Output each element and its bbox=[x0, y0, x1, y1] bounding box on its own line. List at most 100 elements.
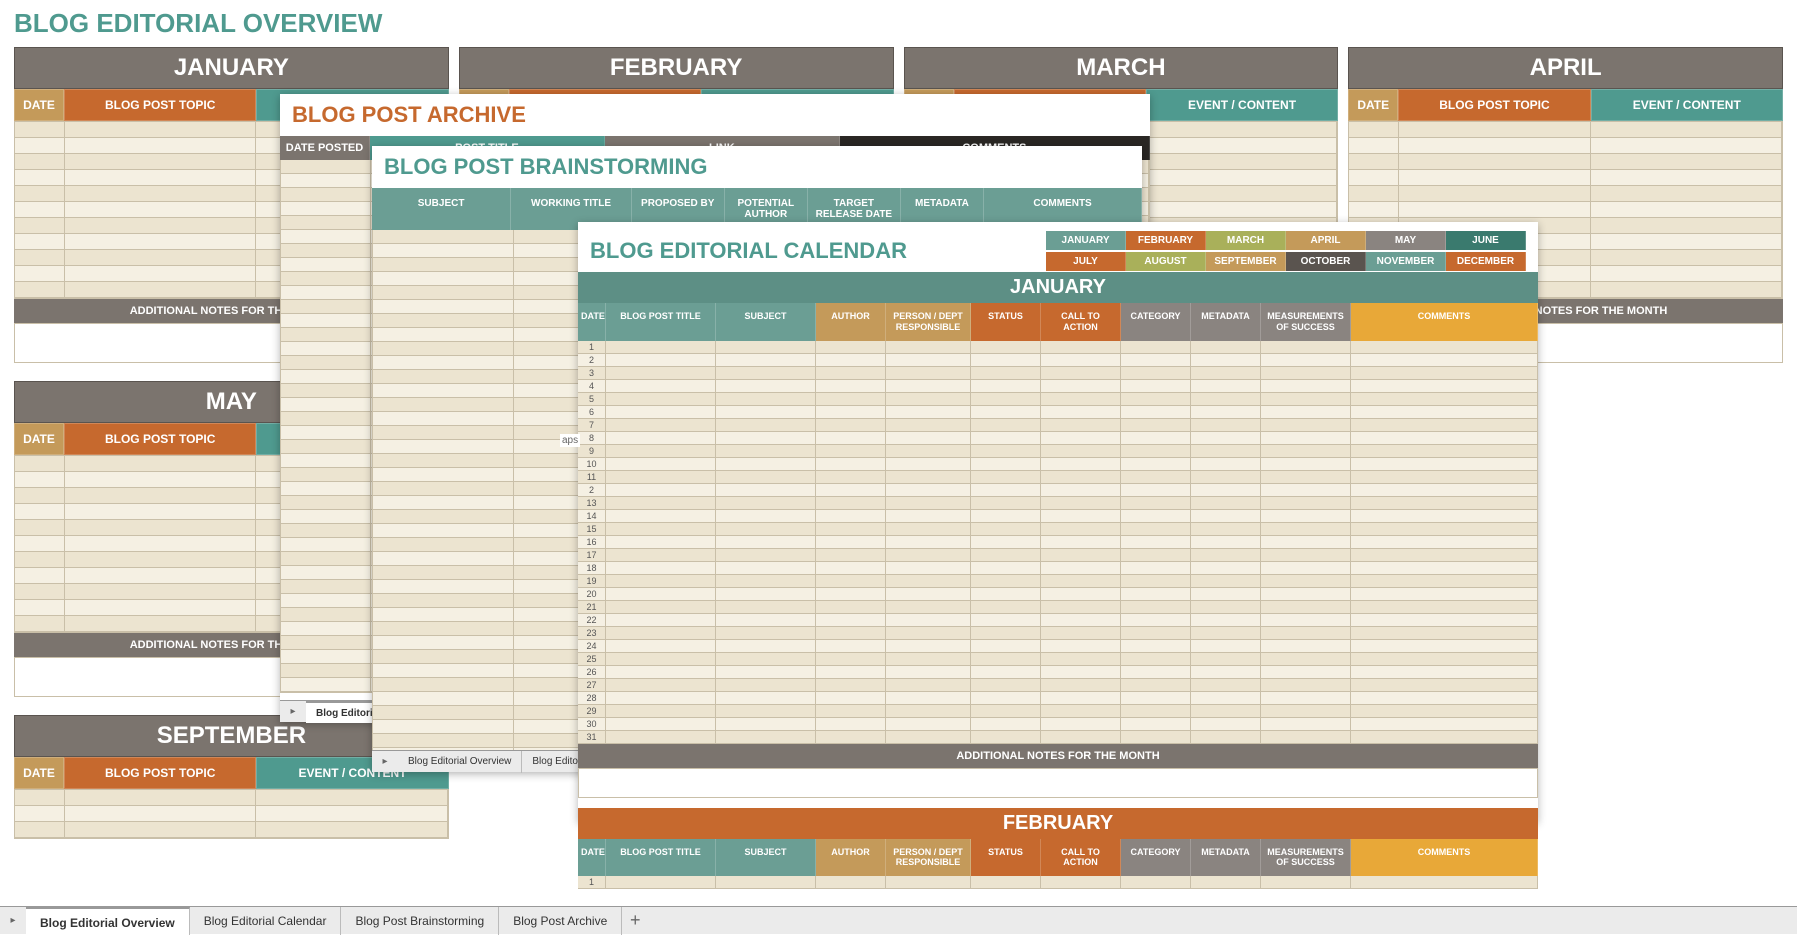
month-tab-january[interactable]: JANUARY bbox=[1046, 231, 1126, 250]
cal-day-row[interactable]: 19 bbox=[578, 575, 1538, 588]
cal-day-row[interactable]: 9 bbox=[578, 445, 1538, 458]
cal-notes-body[interactable] bbox=[578, 768, 1538, 798]
cal-col-measures[interactable]: MEASUREMENTS OF SUCCESS bbox=[1261, 303, 1351, 341]
cal-day-row[interactable]: 25 bbox=[578, 653, 1538, 666]
tab-prev-icon[interactable]: ▸ bbox=[372, 751, 398, 773]
col-date[interactable]: DATE bbox=[14, 89, 64, 121]
month-header: MARCH bbox=[904, 47, 1339, 89]
cal-col-category[interactable]: CATEGORY bbox=[1121, 303, 1191, 341]
archive-title: BLOG POST ARCHIVE bbox=[280, 94, 1150, 136]
cal-col-date[interactable]: DATE bbox=[578, 303, 606, 341]
cal-day-row[interactable]: 18 bbox=[578, 562, 1538, 575]
cal-day-row[interactable]: 2 bbox=[578, 484, 1538, 497]
january-banner: JANUARY bbox=[578, 272, 1538, 303]
month-tab-september[interactable]: SEPTEMBER bbox=[1206, 252, 1286, 271]
cal-col-subject[interactable]: SUBJECT bbox=[716, 839, 816, 877]
month-tab-june[interactable]: JUNE bbox=[1446, 231, 1526, 250]
cal-day-row[interactable]: 1 bbox=[578, 876, 1538, 889]
tab-prev-icon[interactable]: ▸ bbox=[280, 701, 306, 723]
col-date[interactable]: DATE bbox=[1348, 89, 1398, 121]
month-tab-april[interactable]: APRIL bbox=[1286, 231, 1366, 250]
cal-col-cta[interactable]: CALL TO ACTION bbox=[1041, 839, 1121, 877]
calendar-window: BLOG EDITORIAL CALENDAR JANUARYFEBRUARYM… bbox=[578, 222, 1538, 822]
col-date[interactable]: DATE bbox=[14, 423, 64, 455]
cal-day-row[interactable]: 7 bbox=[578, 419, 1538, 432]
cal-day-row[interactable]: 16 bbox=[578, 536, 1538, 549]
cal-col-author[interactable]: AUTHOR bbox=[816, 303, 886, 341]
month-tab-august[interactable]: AUGUST bbox=[1126, 252, 1206, 271]
cal-day-row[interactable]: 14 bbox=[578, 510, 1538, 523]
calendar-title: BLOG EDITORIAL CALENDAR bbox=[590, 230, 919, 272]
cal-day-row[interactable]: 13 bbox=[578, 497, 1538, 510]
cal-col-comments[interactable]: COMMENTS bbox=[1351, 303, 1538, 341]
cal-col-status[interactable]: STATUS bbox=[971, 839, 1041, 877]
cal-col-cta[interactable]: CALL TO ACTION bbox=[1041, 303, 1121, 341]
sheet-tab-blog-editorial-calendar[interactable]: Blog Editorial Calendar bbox=[190, 907, 342, 935]
sheet-tab-blog-post-brainstorming[interactable]: Blog Post Brainstorming bbox=[341, 907, 499, 935]
cal-day-row[interactable]: 23 bbox=[578, 627, 1538, 640]
col-subject[interactable]: SUBJECT bbox=[372, 188, 511, 230]
cal-day-row[interactable]: 5 bbox=[578, 393, 1538, 406]
month-tab-may[interactable]: MAY bbox=[1366, 231, 1446, 250]
cal-col-measures[interactable]: MEASUREMENTS OF SUCCESS bbox=[1261, 839, 1351, 877]
month-tab-november[interactable]: NOVEMBER bbox=[1366, 252, 1446, 271]
month-header: APRIL bbox=[1348, 47, 1783, 89]
cal-day-row[interactable]: 3 bbox=[578, 367, 1538, 380]
month-tab-february[interactable]: FEBRUARY bbox=[1126, 231, 1206, 250]
cal-col-status[interactable]: STATUS bbox=[971, 303, 1041, 341]
cal-day-row[interactable]: 22 bbox=[578, 614, 1538, 627]
brainstorm-title: BLOG POST BRAINSTORMING bbox=[372, 146, 1142, 188]
cal-col-title[interactable]: BLOG POST TITLE bbox=[606, 303, 716, 341]
cal-day-row[interactable]: 21 bbox=[578, 601, 1538, 614]
cal-day-row[interactable]: 15 bbox=[578, 523, 1538, 536]
cal-col-subject[interactable]: SUBJECT bbox=[716, 303, 816, 341]
add-sheet-button[interactable]: + bbox=[622, 910, 648, 931]
col-date[interactable]: DATE bbox=[14, 757, 64, 789]
cal-day-row[interactable]: 6 bbox=[578, 406, 1538, 419]
cal-col-person[interactable]: PERSON / DEPT RESPONSIBLE bbox=[886, 839, 971, 877]
cal-col-metadata[interactable]: METADATA bbox=[1191, 839, 1261, 877]
page-title: BLOG EDITORIAL OVERVIEW bbox=[0, 0, 1797, 47]
cal-day-row[interactable]: 26 bbox=[578, 666, 1538, 679]
col-topic[interactable]: BLOG POST TOPIC bbox=[64, 757, 256, 789]
aps-label: aps bbox=[560, 434, 580, 447]
month-tab-december[interactable]: DECEMBER bbox=[1446, 252, 1526, 271]
tab-prev-icon[interactable]: ▸ bbox=[0, 907, 26, 935]
cal-col-metadata[interactable]: METADATA bbox=[1191, 303, 1261, 341]
cal-day-row[interactable]: 17 bbox=[578, 549, 1538, 562]
col-topic[interactable]: BLOG POST TOPIC bbox=[64, 89, 256, 121]
cal-day-row[interactable]: 24 bbox=[578, 640, 1538, 653]
cal-day-row[interactable]: 27 bbox=[578, 679, 1538, 692]
month-tab-march[interactable]: MARCH bbox=[1206, 231, 1286, 250]
col-topic[interactable]: BLOG POST TOPIC bbox=[1398, 89, 1590, 121]
month-tab-july[interactable]: JULY bbox=[1046, 252, 1126, 271]
february-banner: FEBRUARY bbox=[578, 808, 1538, 839]
col-topic[interactable]: BLOG POST TOPIC bbox=[64, 423, 256, 455]
cal-col-author[interactable]: AUTHOR bbox=[816, 839, 886, 877]
cal-col-title[interactable]: BLOG POST TITLE bbox=[606, 839, 716, 877]
sheet-tab[interactable]: Blog Editorial Overview bbox=[398, 751, 522, 773]
month-tab-october[interactable]: OCTOBER bbox=[1286, 252, 1366, 271]
month-header: FEBRUARY bbox=[459, 47, 894, 89]
cal-col-date[interactable]: DATE bbox=[578, 839, 606, 877]
cal-day-row[interactable]: 28 bbox=[578, 692, 1538, 705]
cal-day-row[interactable]: 11 bbox=[578, 471, 1538, 484]
cal-day-row[interactable]: 1 bbox=[578, 341, 1538, 354]
cal-day-row[interactable]: 30 bbox=[578, 718, 1538, 731]
col-event[interactable]: EVENT / CONTENT bbox=[1146, 89, 1338, 121]
col-event[interactable]: EVENT / CONTENT bbox=[1591, 89, 1783, 121]
cal-day-row[interactable]: 29 bbox=[578, 705, 1538, 718]
cal-day-row[interactable]: 10 bbox=[578, 458, 1538, 471]
cal-day-row[interactable]: 8 bbox=[578, 432, 1538, 445]
cal-day-row[interactable]: 4 bbox=[578, 380, 1538, 393]
cal-col-comments[interactable]: COMMENTS bbox=[1351, 839, 1538, 877]
cal-day-row[interactable]: 20 bbox=[578, 588, 1538, 601]
sheet-tab-blog-editorial-overview[interactable]: Blog Editorial Overview bbox=[26, 907, 190, 935]
cal-col-category[interactable]: CATEGORY bbox=[1121, 839, 1191, 877]
sheet-tab-blog-post-archive[interactable]: Blog Post Archive bbox=[499, 907, 622, 935]
cal-day-row[interactable]: 2 bbox=[578, 354, 1538, 367]
cal-day-row[interactable]: 31 bbox=[578, 731, 1538, 744]
main-tabbar: ▸ Blog Editorial OverviewBlog Editorial … bbox=[0, 906, 1797, 934]
cal-col-person[interactable]: PERSON / DEPT RESPONSIBLE bbox=[886, 303, 971, 341]
col-date-posted[interactable]: DATE POSTED bbox=[280, 136, 370, 160]
